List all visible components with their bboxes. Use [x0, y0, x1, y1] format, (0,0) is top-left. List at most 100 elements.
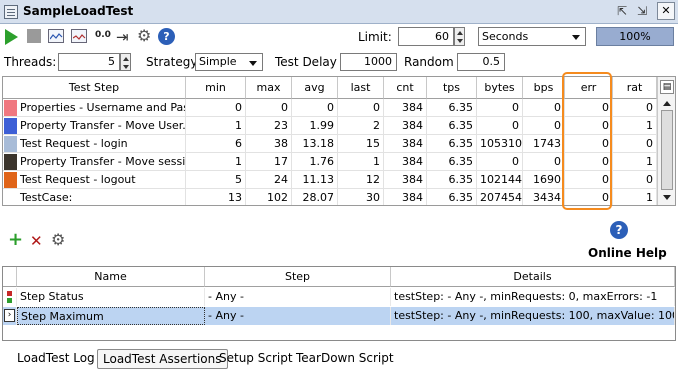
- stats-cell-tps: 6.35: [427, 189, 477, 205]
- scrollbar-thumb[interactable]: [661, 110, 673, 190]
- stats-header-avg[interactable]: avg: [292, 77, 338, 99]
- stats-cell-avg: 11.13: [292, 171, 338, 189]
- help-icon[interactable]: ?: [158, 28, 175, 45]
- tab-loadtest-assertions[interactable]: LoadTest Assertions: [97, 349, 228, 369]
- stats-cell-rat: 1: [613, 153, 657, 171]
- stats-cell-min: 13: [186, 189, 246, 205]
- random-input[interactable]: 0.5: [457, 53, 505, 71]
- stats-cell-bps: 0: [523, 99, 565, 117]
- stats-cell-last: 12: [338, 171, 384, 189]
- assertion-row[interactable]: Step Status - Any - testStep: - Any -, min…: [3, 288, 675, 306]
- delete-assertion-icon[interactable]: ✕: [30, 232, 43, 250]
- statistics-history-icon[interactable]: [71, 29, 87, 43]
- stats-cell-bps: 3434: [523, 189, 565, 205]
- scroll-down-icon[interactable]: [663, 195, 671, 200]
- test-delay-label: Test Delay: [275, 55, 337, 69]
- configure-assertion-gear-icon[interactable]: ⚙: [51, 230, 65, 249]
- threads-label: Threads:: [4, 55, 57, 69]
- strategy-select[interactable]: Simple: [195, 53, 263, 71]
- assertion-cell-name: Step Maximum: [17, 307, 205, 325]
- limit-unit-select[interactable]: Seconds: [478, 27, 586, 46]
- limit-input[interactable]: 60: [398, 27, 454, 46]
- stats-header-bytes[interactable]: bytes: [477, 77, 523, 99]
- gear-icon[interactable]: ⚙: [137, 26, 151, 45]
- stats-cell-rat: 1: [613, 117, 657, 135]
- stats-cell-last: 30: [338, 189, 384, 205]
- strategy-label: Strategy: [146, 55, 198, 69]
- stats-cell-tps: 6.35: [427, 171, 477, 189]
- stats-cell-bps: 1743: [523, 135, 565, 153]
- stats-cell-avg: 0: [292, 99, 338, 117]
- stats-row[interactable]: Test Request - login 6 38 13.18 15 384 6.35 105…: [3, 135, 659, 153]
- stats-cell-test-step: TestCase:: [20, 191, 73, 204]
- close-button[interactable]: ✕: [657, 2, 675, 20]
- chevron-down-icon: [572, 35, 580, 40]
- stats-cell-avg: 1.76: [292, 153, 338, 171]
- test-delay-input[interactable]: 1000: [340, 53, 397, 71]
- stats-cell-max: 38: [246, 135, 292, 153]
- minimize-icon[interactable]: ⇲: [634, 3, 650, 19]
- tab-setup-script[interactable]: Setup Script: [214, 349, 298, 369]
- stats-cell-bytes: 105310: [477, 135, 523, 153]
- stats-cell-cnt: 384: [384, 171, 427, 189]
- stats-row[interactable]: Property Transfer - Move sessi... 1 17 1.76…: [3, 153, 659, 171]
- stats-cell-rat: 0: [613, 99, 657, 117]
- stats-cell-bytes: 0: [477, 99, 523, 117]
- stats-name-cell: TestCase:: [3, 189, 186, 205]
- threads-spinner[interactable]: [120, 53, 131, 71]
- stats-cell-bps: 1690: [523, 171, 565, 189]
- stats-cell-last: 15: [338, 135, 384, 153]
- stats-cell-tps: 6.35: [427, 117, 477, 135]
- err-column-highlight: [562, 72, 612, 210]
- stats-header-cnt[interactable]: cnt: [384, 77, 427, 99]
- stats-header-max[interactable]: max: [246, 77, 292, 99]
- export-icon[interactable]: ⇥: [116, 28, 129, 46]
- statistics-graph-icon[interactable]: [48, 29, 64, 43]
- limit-unit-value: Seconds: [482, 30, 529, 43]
- random-label: Random: [404, 55, 454, 69]
- online-help-link[interactable]: Online Help: [588, 246, 667, 260]
- stats-header-test-step[interactable]: Test Step: [3, 77, 186, 99]
- stats-row[interactable]: Properties - Username and Pas... 0 0 0 0 384 6…: [3, 99, 659, 117]
- threads-input[interactable]: 5: [58, 53, 120, 71]
- stats-name-cell: Test Request - login: [3, 135, 186, 153]
- stats-cell-cnt: 384: [384, 117, 427, 135]
- vertical-scrollbar[interactable]: ▤: [657, 77, 675, 205]
- detach-icon[interactable]: ⇱: [614, 3, 630, 19]
- stats-header-tps[interactable]: tps: [427, 77, 477, 99]
- assertion-row[interactable]: › Step Maximum - Any - testStep: - Any -, m…: [3, 307, 675, 325]
- stats-row[interactable]: Property Transfer - Move User... 1 23 1.99 2…: [3, 117, 659, 135]
- online-help-icon[interactable]: ?: [610, 221, 628, 239]
- assertion-header-step: Step: [205, 267, 391, 287]
- stats-header-rat[interactable]: rat: [613, 77, 657, 99]
- stats-header-min[interactable]: min: [186, 77, 246, 99]
- stats-cell-cnt: 384: [384, 189, 427, 205]
- stats-name-cell: Test Request - logout: [3, 171, 186, 189]
- stats-row[interactable]: TestCase: 13 102 28.07 30 384 6.35 207454 3434 0 1: [3, 189, 659, 205]
- stats-cell-rat: 0: [613, 171, 657, 189]
- assertion-cell-name: Step Status: [17, 288, 205, 306]
- stop-icon[interactable]: [27, 29, 41, 43]
- stats-cell-rat: 1: [613, 189, 657, 205]
- stats-cell-min: 0: [186, 99, 246, 117]
- stats-cell-last: 0: [338, 99, 384, 117]
- assertion-header-name: Name: [17, 267, 205, 287]
- stats-header-last[interactable]: last: [338, 77, 384, 99]
- tab-loadtest-log[interactable]: LoadTest Log: [12, 349, 100, 369]
- run-icon[interactable]: [5, 29, 18, 45]
- reset-statistics-icon[interactable]: 0.0: [95, 30, 111, 40]
- stats-header-bps[interactable]: bps: [523, 77, 565, 99]
- limit-spinner[interactable]: [454, 27, 465, 46]
- scroll-up-icon[interactable]: [663, 101, 671, 106]
- stats-name-cell: Property Transfer - Move User...: [3, 117, 186, 135]
- stats-cell-max: 17: [246, 153, 292, 171]
- stats-cell-avg: 13.18: [292, 135, 338, 153]
- progress-bar: 100%: [596, 27, 674, 46]
- add-assertion-icon[interactable]: +: [8, 231, 23, 249]
- assertion-header-details: Details: [391, 267, 675, 287]
- stats-cell-bytes: 102144: [477, 171, 523, 189]
- tab-teardown-script[interactable]: TearDown Script: [291, 349, 399, 369]
- column-menu-icon[interactable]: ▤: [660, 80, 674, 94]
- step-color-swatch: [4, 172, 17, 188]
- stats-row[interactable]: Test Request - logout 5 24 11.13 12 384 6.35 10…: [3, 171, 659, 189]
